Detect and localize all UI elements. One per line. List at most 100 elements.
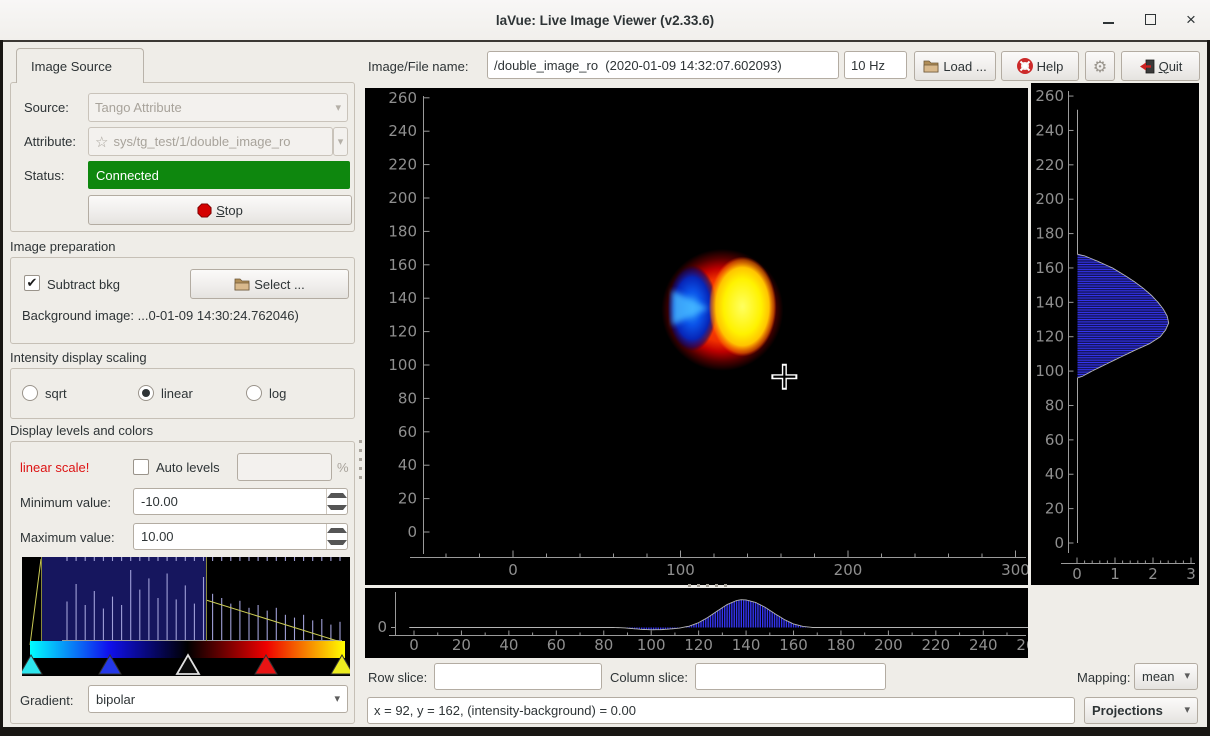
maximize-button[interactable] — [1133, 0, 1167, 38]
lifebuoy-icon — [1017, 58, 1033, 74]
image-preparation-header: Image preparation — [10, 239, 116, 254]
mapping-combobox[interactable]: mean ▾ — [1134, 663, 1198, 690]
attribute-value: sys/tg_test/1/double_image_ro — [113, 134, 326, 149]
svg-text:220: 220 — [922, 636, 951, 654]
column-projection-canvas: 0020406080100120140160180200220240260 — [365, 588, 1028, 658]
svg-text:180: 180 — [388, 222, 417, 240]
svg-text:40: 40 — [398, 456, 417, 474]
row-projection-plot[interactable]: 0204060801001201401601802002202402600123 — [1031, 83, 1199, 585]
svg-text:2: 2 — [1148, 565, 1158, 583]
svg-text:100: 100 — [1035, 362, 1064, 380]
intensity-scaling-header: Intensity display scaling — [10, 350, 147, 365]
stop-button-label: Stop — [216, 203, 243, 218]
help-button[interactable]: Help — [1001, 51, 1079, 81]
horizontal-splitter[interactable] — [688, 584, 728, 587]
stop-button[interactable]: Stop — [88, 195, 352, 225]
quit-button[interactable]: Quit — [1121, 51, 1200, 81]
radio-linear[interactable] — [138, 385, 154, 401]
app-window: laVue: Live Image Viewer (v2.33.6) × Ima… — [0, 0, 1210, 736]
svg-text:80: 80 — [398, 389, 417, 407]
chevron-down-icon: ▾ — [335, 101, 341, 114]
svg-text:60: 60 — [398, 423, 417, 441]
svg-text:60: 60 — [547, 636, 566, 654]
main-image-plot[interactable]: 0204060801001201401601802002202402600100… — [365, 88, 1028, 585]
row-projection-canvas: 0204060801001201401601802002202402600123 — [1031, 83, 1199, 585]
svg-text:240: 240 — [969, 636, 998, 654]
window-title: laVue: Live Image Viewer (v2.33.6) — [496, 13, 714, 28]
close-button[interactable]: × — [1174, 0, 1208, 38]
status-label: Status: — [24, 168, 64, 183]
gradient-label: Gradient: — [20, 693, 73, 708]
image-file-name-input[interactable] — [487, 51, 839, 79]
attribute-dropdown-button[interactable]: ▾ — [333, 127, 348, 156]
spin-down-icon[interactable] — [327, 502, 347, 515]
radio-sqrt-label: sqrt — [45, 386, 67, 401]
svg-text:100: 100 — [637, 636, 666, 654]
radio-log-label: log — [269, 386, 286, 401]
attribute-field[interactable]: ☆ sys/tg_test/1/double_image_ro — [88, 127, 333, 156]
svg-text:0: 0 — [407, 523, 417, 541]
svg-text:20: 20 — [1045, 500, 1064, 518]
maximum-value: 10.00 — [134, 524, 326, 549]
select-background-button[interactable]: Select ... — [190, 269, 349, 299]
svg-text:0: 0 — [508, 561, 518, 579]
column-slice-input[interactable] — [695, 663, 886, 690]
pixel-status-field[interactable] — [367, 697, 1075, 724]
svg-text:160: 160 — [1035, 259, 1064, 277]
source-label: Source: — [24, 100, 69, 115]
spin-down-icon[interactable] — [327, 537, 347, 550]
attribute-label: Attribute: — [24, 134, 76, 149]
settings-button[interactable]: ⚙ — [1085, 51, 1115, 81]
help-button-label: Help — [1037, 59, 1064, 74]
histogram-gradient-widget[interactable] — [22, 557, 350, 676]
radio-log[interactable] — [246, 385, 262, 401]
status-value: Connected — [96, 168, 159, 183]
background-image-label: Background image: ...0-01-09 14:30:24.76… — [22, 308, 299, 323]
svg-text:120: 120 — [388, 323, 417, 341]
svg-text:20: 20 — [452, 636, 471, 654]
column-projection-plot[interactable]: 0020406080100120140160180200220240260 — [365, 588, 1028, 658]
subtract-bkg-checkbox[interactable]: ✔ — [24, 275, 40, 291]
load-button[interactable]: Load ... — [914, 51, 996, 81]
minimize-button[interactable] — [1091, 0, 1125, 38]
titlebar: laVue: Live Image Viewer (v2.33.6) — [0, 0, 1210, 42]
auto-levels-checkbox[interactable] — [133, 459, 149, 475]
refresh-rate-input[interactable] — [844, 51, 907, 79]
vertical-splitter[interactable] — [359, 440, 362, 480]
projections-combobox[interactable]: Projections ▾ — [1084, 697, 1198, 724]
source-combobox[interactable]: Tango Attribute ▾ — [88, 93, 348, 122]
minimum-value-spinbox[interactable]: -10.00 — [133, 488, 348, 515]
tab-image-source[interactable]: Image Source — [16, 48, 144, 83]
maximum-value-spinbox[interactable]: 10.00 — [133, 523, 348, 550]
auto-levels-percent-input[interactable] — [237, 453, 332, 481]
svg-text:100: 100 — [666, 561, 695, 579]
svg-text:80: 80 — [594, 636, 613, 654]
folder-icon — [923, 59, 939, 73]
folder-icon — [234, 277, 250, 291]
gradient-combobox[interactable]: bipolar ▾ — [88, 685, 348, 713]
display-levels-header: Display levels and colors — [10, 423, 153, 438]
svg-text:200: 200 — [834, 561, 863, 579]
svg-text:3: 3 — [1186, 565, 1196, 583]
stop-icon — [197, 203, 212, 218]
svg-text:80: 80 — [1045, 396, 1064, 414]
svg-text:140: 140 — [1035, 293, 1064, 311]
radio-sqrt[interactable] — [22, 385, 38, 401]
gear-icon: ⚙ — [1093, 57, 1107, 76]
spin-up-icon[interactable] — [327, 524, 347, 537]
maximize-icon — [1145, 14, 1156, 25]
svg-text:260: 260 — [1016, 636, 1028, 654]
svg-text:240: 240 — [388, 122, 417, 140]
chevron-down-icon: ▾ — [338, 135, 344, 148]
svg-text:40: 40 — [499, 636, 518, 654]
mapping-label: Mapping: — [1077, 670, 1130, 685]
minimum-value: -10.00 — [134, 489, 326, 514]
svg-text:240: 240 — [1035, 121, 1064, 139]
close-icon: × — [1186, 11, 1196, 28]
select-background-label: Select ... — [254, 277, 305, 292]
radio-selected-dot — [142, 389, 150, 397]
row-slice-input[interactable] — [434, 663, 602, 690]
tab-image-source-label: Image Source — [31, 59, 112, 74]
spin-up-icon[interactable] — [327, 489, 347, 502]
image-file-name-label: Image/File name: — [368, 59, 468, 74]
